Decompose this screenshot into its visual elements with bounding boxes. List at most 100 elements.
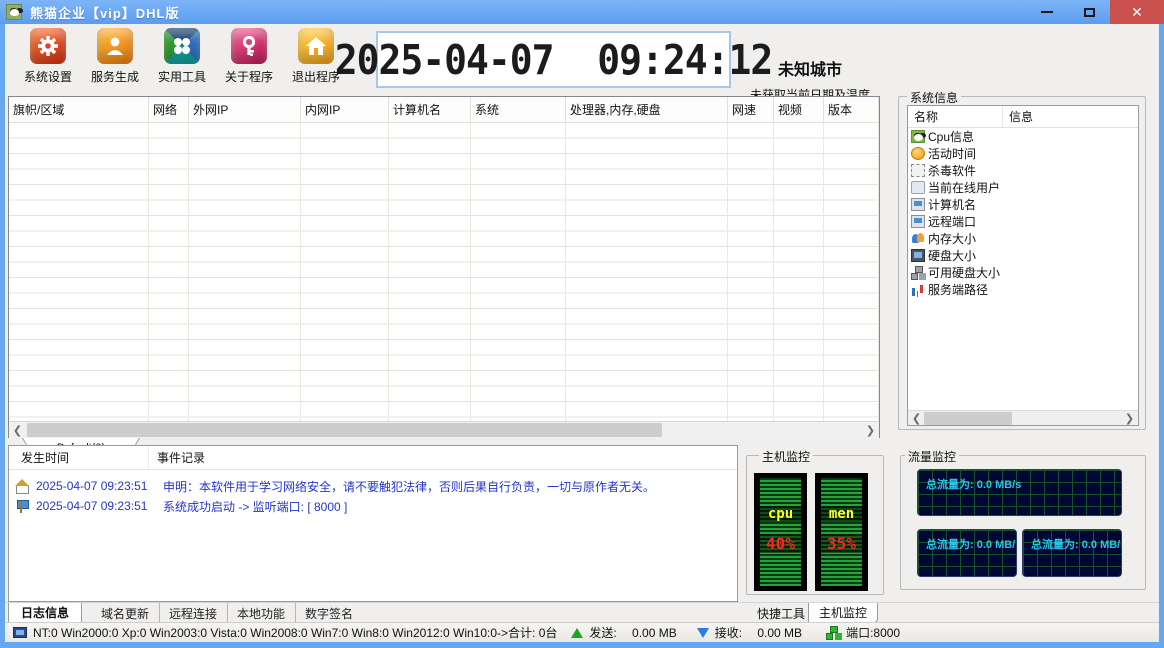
cpu-meter-bars: cpu 40%: [760, 478, 801, 586]
dashed-box-icon: [911, 164, 925, 177]
computer-icon: [911, 215, 925, 228]
scroll-right-icon[interactable]: ❯: [1121, 411, 1138, 425]
client-table-body[interactable]: [9, 123, 879, 421]
list-item-cpu[interactable]: Cpu信息: [908, 128, 1138, 145]
table-grid: [9, 123, 879, 421]
users-icon: [911, 232, 925, 245]
service-generate-label: 服务生成: [84, 68, 146, 85]
download-arrow-icon: [697, 628, 709, 638]
title-bar: 熊猫企业【vip】DHL版 ✕: [0, 0, 1164, 24]
list-item-disk[interactable]: 硬盘大小: [908, 247, 1138, 264]
utilities-button[interactable]: 实用工具: [151, 28, 213, 90]
user-icon: [97, 28, 133, 64]
log-entry[interactable]: 2025-04-07 09:23:51 系统成功启动 -> 监听端口: [ 80…: [9, 496, 737, 516]
maximize-button[interactable]: [1068, 0, 1110, 24]
table-horizontal-scrollbar[interactable]: ❮ ❯: [9, 421, 879, 438]
mem-meter-label: men: [821, 506, 862, 522]
monitor-icon: [911, 249, 925, 262]
system-info-list[interactable]: 名称 信息 Cpu信息 活动时间 杀毒软件 当前在线用户: [907, 105, 1139, 426]
upload-arrow-icon: [571, 628, 583, 638]
col-lan-ip[interactable]: 内网IP: [301, 97, 389, 122]
cpu-meter: cpu 40%: [754, 473, 807, 591]
system-info-title: 系统信息: [907, 89, 961, 106]
service-generate-button[interactable]: 服务生成: [84, 28, 146, 90]
gear-icon: [30, 28, 66, 64]
client-table: 旗帜/区域 网络 外网IP 内网IP 计算机名 系统 处理器,内存,硬盘 网速 …: [8, 96, 880, 438]
settings-button[interactable]: 系统设置: [17, 28, 79, 90]
col-netspeed[interactable]: 网速: [728, 97, 774, 122]
box-icon: [911, 181, 925, 194]
col-info[interactable]: 信息: [1003, 108, 1033, 125]
scroll-right-icon[interactable]: ❯: [862, 422, 879, 438]
about-button[interactable]: 关于程序: [218, 28, 280, 90]
recv-label: 接收:: [715, 624, 742, 641]
scroll-left-icon[interactable]: ❮: [9, 422, 26, 438]
tab-quick-tools[interactable]: 快捷工具: [749, 603, 813, 623]
traffic-panel-download: 总流量为: 0.0 MB/s: [1022, 529, 1122, 577]
home-icon: [298, 28, 334, 64]
smiley-icon: [911, 147, 925, 160]
close-button[interactable]: ✕: [1110, 0, 1164, 24]
list-item-free-disk[interactable]: 可用硬盘大小: [908, 264, 1138, 281]
recv-value: 0.00 MB: [742, 626, 802, 640]
cpu-meter-label: cpu: [760, 506, 801, 522]
system-info-groupbox: 系统信息 名称 信息 Cpu信息 活动时间 杀毒软件: [898, 96, 1146, 430]
list-item-server-path[interactable]: 服务端路径: [908, 281, 1138, 298]
col-computer-name[interactable]: 计算机名: [389, 97, 471, 122]
scroll-left-icon[interactable]: ❮: [908, 411, 925, 425]
traffic-panel-upload: 总流量为: 0.0 MB/s: [917, 529, 1017, 577]
log-entry[interactable]: 2025-04-07 09:23:51 申明：本软件用于学习网络安全，请不要触犯…: [9, 476, 737, 496]
panda-icon: [911, 130, 925, 143]
col-event[interactable]: 事件记录: [149, 449, 205, 466]
sysinfo-horizontal-scrollbar[interactable]: ❮ ❯: [908, 410, 1138, 425]
list-item-antivirus[interactable]: 杀毒软件: [908, 162, 1138, 179]
list-item-remote-port[interactable]: 远程端口: [908, 213, 1138, 230]
mem-meter-value: 35%: [817, 534, 866, 553]
mem-meter: men 35%: [815, 473, 868, 591]
flag-icon: [15, 499, 30, 513]
network-icon: [911, 266, 925, 279]
col-network[interactable]: 网络: [149, 97, 189, 122]
list-item-uptime[interactable]: 活动时间: [908, 145, 1138, 162]
col-cpu-mem-disk[interactable]: 处理器,内存,硬盘: [566, 97, 728, 122]
bar-chart-icon: [911, 283, 925, 296]
list-item-memory[interactable]: 内存大小: [908, 230, 1138, 247]
log-message: 系统成功启动 -> 监听端口: [ 8000 ]: [154, 498, 347, 515]
port-value: 端口:8000: [846, 624, 900, 641]
traffic-monitor-groupbox: 流量监控 总流量为: 0.0 MB/s 总流量为: 0.0 MB/s 总流量为:…: [900, 455, 1146, 590]
minimize-button[interactable]: [1026, 0, 1068, 24]
client-table-header: 旗帜/区域 网络 外网IP 内网IP 计算机名 系统 处理器,内存,硬盘 网速 …: [9, 97, 879, 123]
tab-remote-connect[interactable]: 远程连接: [159, 603, 228, 623]
app-window: 熊猫企业【vip】DHL版 ✕ 系统设置 服务生成 实用工具: [0, 0, 1164, 648]
panda-app-icon: [6, 4, 22, 20]
col-video[interactable]: 视频: [774, 97, 824, 122]
digital-clock: 2025-04-07 09:24:12: [376, 31, 731, 88]
col-version[interactable]: 版本: [824, 97, 879, 122]
col-name[interactable]: 名称: [908, 106, 1003, 127]
list-item-computer-name[interactable]: 计算机名: [908, 196, 1138, 213]
list-item-online-user[interactable]: 当前在线用户: [908, 179, 1138, 196]
traffic-panel-total: 总流量为: 0.0 MB/s: [917, 469, 1122, 516]
about-label: 关于程序: [218, 68, 280, 85]
tab-host-monitor[interactable]: 主机监控: [808, 603, 878, 623]
scrollbar-thumb[interactable]: [924, 412, 1012, 425]
content-area: 系统设置 服务生成 实用工具 关于程序 退出程序: [5, 24, 1159, 642]
os-counts: NT:0 Win2000:0 Xp:0 Win2003:0 Vista:0 Wi…: [33, 624, 557, 641]
port-network-icon: [826, 626, 840, 639]
scrollbar-thumb[interactable]: [27, 423, 662, 437]
tab-log-info[interactable]: 日志信息: [8, 603, 82, 623]
col-os[interactable]: 系统: [471, 97, 566, 122]
tab-local-function[interactable]: 本地功能: [227, 603, 296, 623]
sent-value: 0.00 MB: [617, 626, 677, 640]
traffic-monitor-title: 流量监控: [905, 448, 959, 465]
bottom-tab-strip: 日志信息 域名更新 远程连接 本地功能 数字签名 快捷工具 主机监控: [5, 602, 1159, 622]
col-flag-region[interactable]: 旗帜/区域: [9, 97, 149, 122]
settings-label: 系统设置: [17, 68, 79, 85]
key-icon: [231, 28, 267, 64]
computer-icon: [911, 198, 925, 211]
tab-digital-signature[interactable]: 数字签名: [295, 603, 363, 623]
col-time[interactable]: 发生时间: [9, 446, 149, 469]
tab-domain-update[interactable]: 域名更新: [91, 603, 160, 623]
utilities-label: 实用工具: [151, 68, 213, 85]
col-wan-ip[interactable]: 外网IP: [189, 97, 301, 122]
